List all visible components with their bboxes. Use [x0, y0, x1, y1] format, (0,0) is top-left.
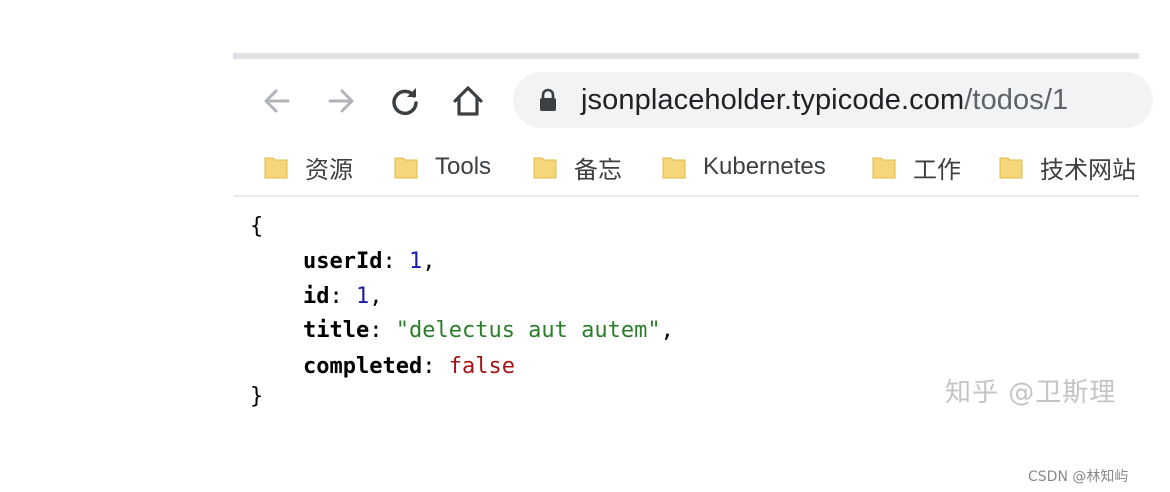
forward-arrow-icon — [328, 89, 354, 113]
bookmark-folder-work[interactable]: 工作 — [871, 149, 961, 185]
bookmark-folder-kubernetes[interactable]: Kubernetes — [661, 149, 826, 185]
home-button[interactable] — [446, 79, 490, 123]
json-key: title — [303, 318, 370, 343]
bookmark-folder-memo[interactable]: 备忘 — [532, 149, 622, 185]
bookmark-label: 备忘 — [574, 156, 622, 184]
json-entry-title: title: "delectus aut autem", — [303, 318, 674, 343]
json-entry-userid: userId: 1, — [303, 249, 436, 274]
browser-chrome: jsonplaceholder.typicode.com/todos/1 资源 … — [233, 53, 1153, 197]
lock-icon[interactable] — [537, 88, 559, 112]
url-text[interactable]: jsonplaceholder.typicode.com/todos/1 — [581, 84, 1068, 116]
folder-icon — [264, 157, 288, 179]
json-key: id — [303, 284, 330, 309]
csdn-credit: CSDN @林知屿 — [1028, 469, 1129, 485]
bookmark-folder-tech-sites[interactable]: 技术网站 — [998, 149, 1136, 185]
bookmark-folder-tools[interactable]: Tools — [393, 149, 491, 185]
json-comma: , — [422, 249, 436, 274]
address-bar[interactable]: jsonplaceholder.typicode.com/todos/1 — [513, 72, 1153, 128]
toolbar-divider — [233, 195, 1139, 197]
json-key: userId — [303, 249, 383, 274]
json-value: 1 — [356, 284, 370, 309]
folder-icon — [999, 157, 1023, 179]
bookmark-folder-resources[interactable]: 资源 — [263, 149, 353, 185]
bookmark-label: Kubernetes — [703, 153, 826, 180]
folder-icon — [872, 157, 896, 179]
url-path: /todos/1 — [964, 84, 1069, 116]
json-value: 1 — [408, 249, 423, 274]
bookmark-label: 工作 — [913, 156, 961, 184]
reload-button[interactable] — [383, 79, 427, 123]
forward-button[interactable] — [319, 79, 363, 123]
url-host: jsonplaceholder.typicode.com — [581, 84, 965, 116]
folder-icon — [533, 157, 557, 179]
json-open-brace: { — [250, 214, 264, 239]
bookmarks-bar: 资源 Tools 备忘 Kubernetes 工作 技术网站 — [233, 143, 1139, 189]
folder-icon — [662, 157, 686, 179]
browser-toolbar: jsonplaceholder.typicode.com/todos/1 — [233, 59, 1153, 137]
json-value: "delectus aut autem" — [395, 318, 661, 343]
json-close-brace: } — [250, 384, 264, 409]
home-icon — [453, 86, 483, 116]
json-entry-completed: completed: false — [303, 354, 515, 379]
bookmark-label: 技术网站 — [1040, 156, 1136, 184]
json-comma: , — [369, 284, 383, 309]
json-value: false — [448, 354, 515, 379]
json-comma: , — [660, 318, 674, 343]
reload-icon — [392, 88, 418, 116]
zhihu-watermark: 知乎 @卫斯理 — [945, 378, 1117, 408]
json-key: completed — [303, 354, 423, 379]
back-arrow-icon — [264, 89, 290, 113]
folder-icon — [394, 157, 418, 179]
bookmark-label: 资源 — [305, 156, 353, 184]
bookmark-label: Tools — [435, 153, 492, 180]
json-entry-id: id: 1, — [303, 284, 383, 309]
back-button[interactable] — [255, 79, 299, 123]
